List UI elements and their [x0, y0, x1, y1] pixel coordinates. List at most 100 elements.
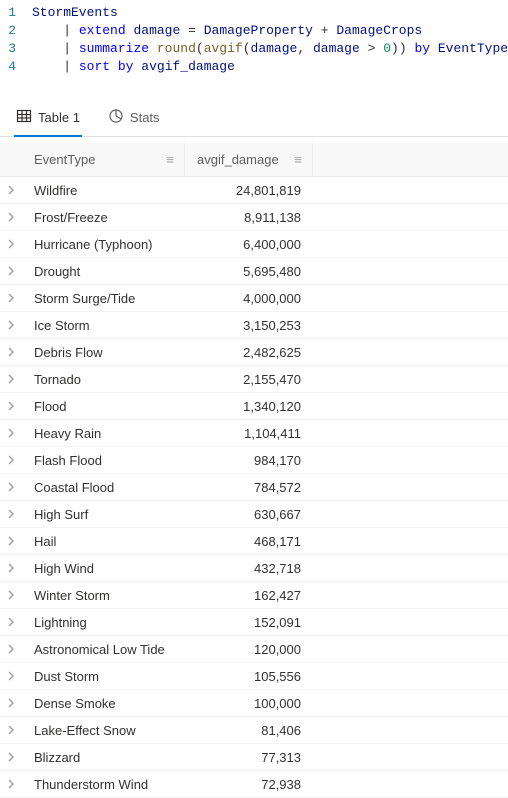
- table-row[interactable]: Flash Flood984,170: [0, 447, 508, 474]
- expand-row-icon[interactable]: [0, 590, 22, 600]
- expand-row-icon[interactable]: [0, 671, 22, 681]
- expand-row-icon[interactable]: [0, 563, 22, 573]
- table-row[interactable]: Frost/Freeze8,911,138: [0, 204, 508, 231]
- cell-eventtype: Ice Storm: [22, 318, 185, 333]
- expand-row-icon[interactable]: [0, 725, 22, 735]
- cell-eventtype: Blizzard: [22, 750, 185, 765]
- cell-eventtype: Flood: [22, 399, 185, 414]
- cell-avgif-damage: 5,695,480: [185, 264, 313, 279]
- cell-avgif-damage: 24,801,819: [185, 183, 313, 198]
- table-row[interactable]: Heavy Rain1,104,411: [0, 420, 508, 447]
- column-menu-icon[interactable]: ≡: [166, 152, 174, 167]
- line-number: 4: [0, 58, 24, 76]
- cell-eventtype: Lake-Effect Snow: [22, 723, 185, 738]
- expand-row-icon[interactable]: [0, 212, 22, 222]
- table-row[interactable]: Ice Storm3,150,253: [0, 312, 508, 339]
- stats-icon: [108, 108, 124, 127]
- table-row[interactable]: Dust Storm105,556: [0, 663, 508, 690]
- tab-table-label: Table 1: [38, 110, 80, 125]
- table-row[interactable]: Winter Storm162,427: [0, 582, 508, 609]
- cell-avgif-damage: 120,000: [185, 642, 313, 657]
- line-number: 1: [0, 4, 24, 22]
- tab-stats-label: Stats: [130, 110, 160, 125]
- tab-stats[interactable]: Stats: [106, 104, 162, 137]
- code-content[interactable]: | summarize round(avgif(damage, damage >…: [24, 40, 508, 58]
- cell-avgif-damage: 6,400,000: [185, 237, 313, 252]
- table-row[interactable]: High Surf630,667: [0, 501, 508, 528]
- line-number: 3: [0, 40, 24, 58]
- table-header-row: EventType ≡ avgif_damage ≡: [0, 143, 508, 177]
- cell-eventtype: Coastal Flood: [22, 480, 185, 495]
- editor-line[interactable]: 3 | summarize round(avgif(damage, damage…: [0, 40, 508, 58]
- code-content[interactable]: StormEvents: [24, 4, 118, 22]
- cell-eventtype: Dust Storm: [22, 669, 185, 684]
- table-row[interactable]: High Wind432,718: [0, 555, 508, 582]
- expand-row-icon[interactable]: [0, 509, 22, 519]
- cell-avgif-damage: 4,000,000: [185, 291, 313, 306]
- cell-eventtype: Drought: [22, 264, 185, 279]
- expand-row-icon[interactable]: [0, 644, 22, 654]
- expand-row-icon[interactable]: [0, 617, 22, 627]
- table-row[interactable]: Blizzard77,313: [0, 744, 508, 771]
- table-row[interactable]: Storm Surge/Tide4,000,000: [0, 285, 508, 312]
- table-row[interactable]: Astronomical Low Tide120,000: [0, 636, 508, 663]
- code-editor[interactable]: 1StormEvents2 | extend damage = DamagePr…: [0, 0, 508, 84]
- expand-row-icon[interactable]: [0, 347, 22, 357]
- cell-eventtype: Frost/Freeze: [22, 210, 185, 225]
- code-content[interactable]: | sort by avgif_damage: [24, 58, 235, 76]
- cell-eventtype: High Surf: [22, 507, 185, 522]
- cell-avgif-damage: 72,938: [185, 777, 313, 792]
- expand-row-icon[interactable]: [0, 293, 22, 303]
- cell-avgif-damage: 984,170: [185, 453, 313, 468]
- expand-row-icon[interactable]: [0, 428, 22, 438]
- code-content[interactable]: | extend damage = DamageProperty + Damag…: [24, 22, 422, 40]
- editor-line[interactable]: 1StormEvents: [0, 4, 508, 22]
- expand-row-icon[interactable]: [0, 482, 22, 492]
- expand-row-icon[interactable]: [0, 698, 22, 708]
- expand-row-icon[interactable]: [0, 185, 22, 195]
- editor-line[interactable]: 2 | extend damage = DamageProperty + Dam…: [0, 22, 508, 40]
- table-row[interactable]: Hail468,171: [0, 528, 508, 555]
- table-row[interactable]: Drought5,695,480: [0, 258, 508, 285]
- table-row[interactable]: Hurricane (Typhoon)6,400,000: [0, 231, 508, 258]
- expand-row-icon[interactable]: [0, 374, 22, 384]
- cell-avgif-damage: 8,911,138: [185, 210, 313, 225]
- table-row[interactable]: Tornado2,155,470: [0, 366, 508, 393]
- expand-row-icon[interactable]: [0, 401, 22, 411]
- expand-row-icon[interactable]: [0, 752, 22, 762]
- expand-row-icon[interactable]: [0, 779, 22, 789]
- column-menu-icon[interactable]: ≡: [294, 152, 302, 167]
- table-row[interactable]: Lake-Effect Snow81,406: [0, 717, 508, 744]
- cell-avgif-damage: 3,150,253: [185, 318, 313, 333]
- cell-eventtype: Heavy Rain: [22, 426, 185, 441]
- column-header-eventtype[interactable]: EventType ≡: [22, 143, 185, 176]
- expand-row-icon[interactable]: [0, 266, 22, 276]
- cell-eventtype: Astronomical Low Tide: [22, 642, 185, 657]
- cell-avgif-damage: 162,427: [185, 588, 313, 603]
- cell-avgif-damage: 2,155,470: [185, 372, 313, 387]
- header-expand-spacer: [0, 143, 22, 176]
- table-row[interactable]: Flood1,340,120: [0, 393, 508, 420]
- editor-line[interactable]: 4 | sort by avgif_damage: [0, 58, 508, 76]
- cell-avgif-damage: 105,556: [185, 669, 313, 684]
- cell-avgif-damage: 468,171: [185, 534, 313, 549]
- table-row[interactable]: Coastal Flood784,572: [0, 474, 508, 501]
- column-header-label: EventType: [34, 152, 95, 167]
- table-row[interactable]: Dense Smoke100,000: [0, 690, 508, 717]
- cell-eventtype: High Wind: [22, 561, 185, 576]
- expand-row-icon[interactable]: [0, 455, 22, 465]
- table-row[interactable]: Lightning152,091: [0, 609, 508, 636]
- column-header-label: avgif_damage: [197, 152, 279, 167]
- table-row[interactable]: Thunderstorm Wind72,938: [0, 771, 508, 798]
- expand-row-icon[interactable]: [0, 239, 22, 249]
- cell-eventtype: Storm Surge/Tide: [22, 291, 185, 306]
- column-header-avgif-damage[interactable]: avgif_damage ≡: [185, 143, 313, 176]
- table-row[interactable]: Wildfire24,801,819: [0, 177, 508, 204]
- table-row[interactable]: Debris Flow2,482,625: [0, 339, 508, 366]
- expand-row-icon[interactable]: [0, 536, 22, 546]
- cell-eventtype: Debris Flow: [22, 345, 185, 360]
- tab-table[interactable]: Table 1: [14, 104, 82, 137]
- cell-eventtype: Flash Flood: [22, 453, 185, 468]
- expand-row-icon[interactable]: [0, 320, 22, 330]
- cell-avgif-damage: 2,482,625: [185, 345, 313, 360]
